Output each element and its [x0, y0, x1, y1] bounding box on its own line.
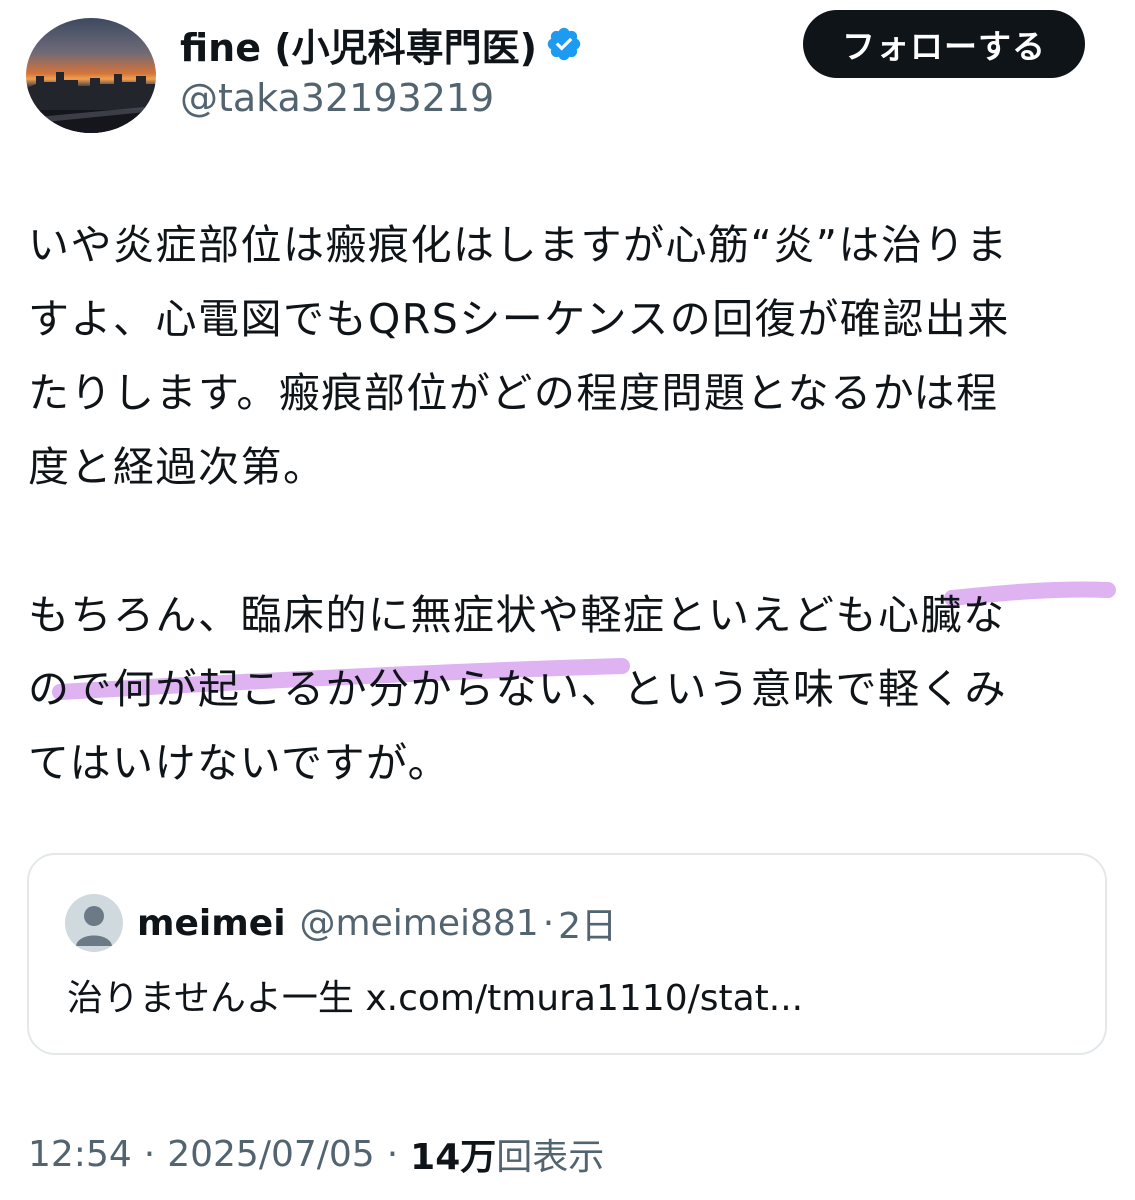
post-paragraph-2: もちろん、臨床的に無症状や軽症といえども心臓な ので何が起こるか分からない、とい…: [28, 591, 1008, 787]
post-body: いや炎症部位は瘢痕化はしますが心筋“炎”は治りま すよ、心電図でもQRSシーケン…: [28, 208, 1118, 800]
user-silhouette-icon: [76, 906, 112, 946]
post-date[interactable]: 2025/07/05: [167, 1134, 375, 1175]
author-name-row: fine (小児科専門医): [180, 16, 583, 72]
post-time[interactable]: 12:54: [28, 1134, 132, 1175]
avatar-skyline-image: [26, 72, 156, 133]
views-label: 回表示: [496, 1137, 605, 1178]
author-display-name[interactable]: fine (小児科専門医): [180, 17, 537, 72]
quoted-separator: ·: [542, 902, 555, 944]
post-header: fine (小児科専門医) @taka32193219 フォローする: [0, 0, 1135, 150]
verified-badge-icon: [547, 27, 581, 61]
quoted-author-name[interactable]: meimei: [137, 903, 286, 944]
quoted-author-handle[interactable]: @meimei881: [300, 903, 539, 944]
quoted-post-text[interactable]: 治りませんよ一生 x.com/tmura1110/stat...: [67, 969, 803, 1021]
meta-separator: ·: [386, 1133, 399, 1175]
author-handle[interactable]: @taka32193219: [180, 76, 494, 120]
post-meta: 12:54 · 2025/07/05 · 14万 回表示: [28, 1126, 604, 1182]
quoted-post-header: meimei @meimei881 · 2日: [65, 891, 617, 955]
default-user-icon[interactable]: [65, 894, 123, 952]
quoted-post-time[interactable]: 2日: [558, 897, 617, 949]
views-count[interactable]: 14万: [410, 1128, 496, 1180]
post-paragraph-1: いや炎症部位は瘢痕化はしますが心筋“炎”は治りま すよ、心電図でもQRSシーケン…: [28, 221, 1010, 491]
author-avatar[interactable]: [26, 18, 156, 133]
meta-separator: ·: [143, 1133, 156, 1175]
quoted-post-card[interactable]: meimei @meimei881 · 2日 治りませんよ一生 x.com/tm…: [27, 853, 1107, 1055]
follow-button[interactable]: フォローする: [803, 10, 1085, 78]
